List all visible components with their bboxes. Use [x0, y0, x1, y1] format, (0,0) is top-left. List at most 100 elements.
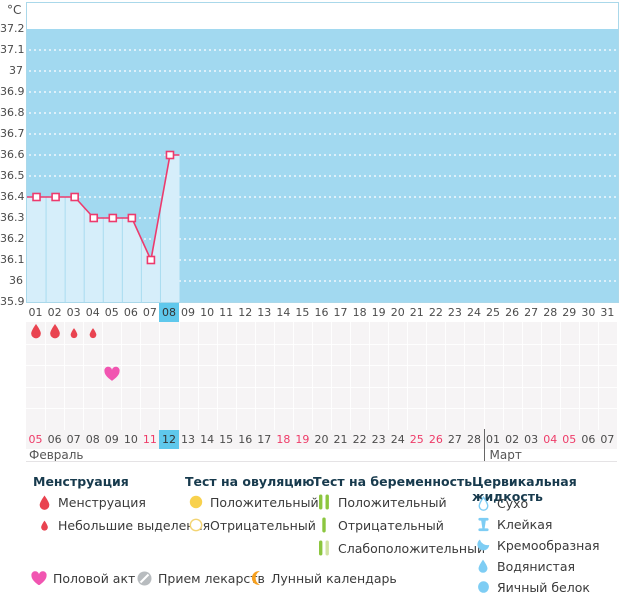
grid-line	[26, 386, 617, 388]
day-cell[interactable]: 26	[503, 303, 522, 322]
pill-icon	[135, 571, 153, 586]
legend-item-label: Положительный	[210, 494, 319, 510]
day-cell-selected[interactable]: 08	[159, 303, 179, 322]
day-cell[interactable]: 30	[579, 303, 598, 322]
day-cell[interactable]: 11	[217, 303, 236, 322]
y-tick-label: 36.3	[0, 211, 25, 224]
calendar-date[interactable]: 24	[388, 430, 407, 449]
day-cell[interactable]: 12	[236, 303, 255, 322]
day-cell[interactable]: 09	[179, 303, 198, 322]
calendar-date[interactable]: 27	[445, 430, 464, 449]
temp-marker[interactable]	[70, 192, 79, 202]
circle-outline-yellow-icon	[187, 518, 205, 532]
menstruation-drop-icon[interactable]	[88, 323, 97, 342]
calendar-date[interactable]: 21	[331, 430, 350, 449]
calendar-date-selected[interactable]: 12	[159, 430, 179, 449]
drop-large-icon	[35, 495, 53, 510]
calendar-date[interactable]: 05	[560, 430, 579, 449]
y-tick-label: 36.6	[0, 148, 25, 161]
day-cell[interactable]: 20	[388, 303, 407, 322]
calendar-date[interactable]: 23	[369, 430, 388, 449]
temp-marker[interactable]	[165, 150, 175, 160]
day-cell[interactable]: 19	[369, 303, 388, 322]
grid-line	[559, 322, 561, 430]
temp-marker[interactable]	[32, 192, 41, 202]
day-cell[interactable]: 16	[312, 303, 331, 322]
temp-marker[interactable]	[146, 255, 156, 265]
day-cell[interactable]: 27	[522, 303, 541, 322]
temp-marker[interactable]	[127, 213, 137, 223]
day-cell[interactable]: 04	[83, 303, 102, 322]
calendar-date[interactable]: 01	[484, 430, 503, 449]
legend-item-label: Слабоположительный	[338, 540, 486, 556]
calendar-date[interactable]: 16	[236, 430, 255, 449]
y-tick-label: 36.8	[0, 106, 25, 119]
creamy-blue-icon	[474, 538, 492, 552]
legend-item-label: Кремообразная	[497, 537, 600, 553]
day-cell[interactable]: 06	[121, 303, 140, 322]
calendar-date[interactable]: 04	[541, 430, 560, 449]
day-cell[interactable]: 17	[331, 303, 350, 322]
day-cell[interactable]: 13	[255, 303, 274, 322]
intercourse-heart-icon[interactable]	[104, 366, 120, 386]
calendar-date[interactable]: 02	[503, 430, 522, 449]
legend-item-label: Клейкая	[497, 516, 553, 532]
heart-icon	[30, 570, 48, 586]
calendar-date[interactable]: 18	[274, 430, 293, 449]
calendar-date[interactable]: 20	[312, 430, 331, 449]
legend-section-title: Тест на беременность	[313, 474, 473, 489]
menstruation-drop-icon[interactable]	[69, 323, 78, 342]
menstruation-drop-icon[interactable]	[29, 323, 42, 342]
calendar-date[interactable]: 10	[121, 430, 140, 449]
day-cell[interactable]: 01	[26, 303, 45, 322]
calendar-date[interactable]: 06	[45, 430, 64, 449]
calendar-date[interactable]: 22	[350, 430, 369, 449]
calendar-date[interactable]: 08	[83, 430, 102, 449]
day-cell[interactable]: 07	[140, 303, 159, 322]
legend-footer-item: Половой акт	[30, 569, 135, 587]
legend-item: Яичный белок	[474, 578, 590, 595]
day-cell[interactable]: 02	[45, 303, 64, 322]
calendar-date[interactable]: 17	[255, 430, 274, 449]
day-cell[interactable]: 05	[102, 303, 121, 322]
calendar-date[interactable]: 13	[179, 430, 198, 449]
day-cell[interactable]: 15	[293, 303, 312, 322]
calendar-date[interactable]: 11	[140, 430, 159, 449]
calendar-date[interactable]: 07	[64, 430, 83, 449]
legend-item: Небольшие выделения	[35, 516, 210, 534]
grid-line	[331, 322, 333, 430]
calendar-date[interactable]: 09	[102, 430, 121, 449]
day-cell[interactable]: 18	[350, 303, 369, 322]
day-cell[interactable]: 31	[598, 303, 617, 322]
day-cell[interactable]: 10	[198, 303, 217, 322]
calendar-date[interactable]: 03	[522, 430, 541, 449]
day-cell[interactable]: 14	[274, 303, 293, 322]
day-cell[interactable]: 03	[64, 303, 83, 322]
day-cell[interactable]: 28	[541, 303, 560, 322]
calendar-date[interactable]: 05	[26, 430, 45, 449]
calendar-date[interactable]: 07	[598, 430, 617, 449]
event-grid[interactable]	[26, 322, 617, 430]
day-cell[interactable]: 29	[560, 303, 579, 322]
calendar-date[interactable]: 25	[407, 430, 426, 449]
temp-marker[interactable]	[51, 192, 60, 202]
y-tick-label: 36	[9, 274, 23, 287]
day-cell[interactable]: 22	[426, 303, 445, 322]
temp-marker[interactable]	[89, 213, 99, 223]
calendar-date[interactable]: 19	[293, 430, 312, 449]
calendar-date[interactable]: 26	[426, 430, 445, 449]
legend-item: Отрицательный	[187, 516, 316, 534]
legend-footer-item: Прием лекарств	[135, 569, 265, 587]
calendar-date[interactable]: 15	[217, 430, 236, 449]
legend-item-label: Яичный белок	[497, 579, 590, 595]
day-cell[interactable]: 25	[484, 303, 503, 322]
y-tick-label: 36.7	[0, 127, 25, 140]
calendar-date[interactable]: 14	[198, 430, 217, 449]
day-cell[interactable]: 21	[407, 303, 426, 322]
day-cell[interactable]: 24	[464, 303, 483, 322]
day-cell[interactable]: 23	[445, 303, 464, 322]
calendar-date[interactable]: 28	[464, 430, 483, 449]
calendar-date[interactable]: 06	[579, 430, 598, 449]
temp-marker[interactable]	[108, 213, 118, 223]
menstruation-drop-icon[interactable]	[48, 323, 61, 342]
